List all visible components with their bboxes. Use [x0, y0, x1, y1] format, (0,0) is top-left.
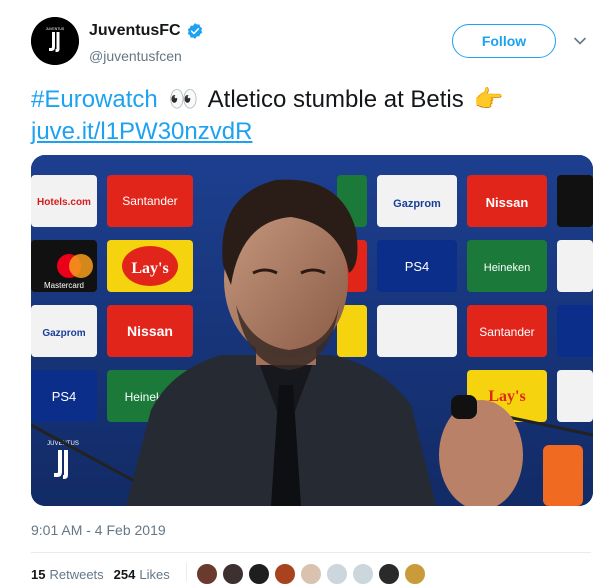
sponsor-label: Lay's [131, 260, 168, 277]
verified-badge-icon [187, 23, 202, 39]
liker-avatar[interactable] [326, 563, 348, 585]
tweet-text: #Eurowatch 👀 Atletico stumble at Betis 👉… [31, 84, 591, 148]
likes-count: 254 [113, 567, 136, 582]
hashtag-link[interactable]: #Eurowatch [31, 84, 158, 116]
tweet-header: JUVENTUS JuventusFC @juventusfcen Follow [0, 0, 606, 80]
tweet-headline: Atletico stumble at Betis [207, 86, 464, 113]
stats-separator [186, 563, 187, 581]
liker-avatar[interactable] [222, 563, 244, 585]
eyes-emoji-icon: 👀 [168, 86, 199, 113]
article-link[interactable]: juve.it/l1PW30nzvdR [31, 116, 591, 148]
liker-avatar[interactable] [196, 563, 218, 585]
sponsor-label: Lay's [488, 388, 525, 405]
likes-label: Likes [139, 567, 170, 582]
retweets-label: Retweets [49, 567, 104, 582]
sponsor-label: Mastercard [44, 281, 84, 290]
chevron-down-icon[interactable] [573, 34, 587, 48]
liker-avatar[interactable] [274, 563, 296, 585]
likes-stat[interactable]: 254 Likes [114, 567, 170, 582]
sponsor-label: Nissan [127, 323, 173, 339]
sponsor-label: Gazprom [42, 328, 85, 339]
press-conference-image: Hotels.com Santander Mastercard Lay's Ni… [31, 155, 593, 506]
retweets-count: 15 [31, 567, 46, 582]
sponsor-label: PS4 [52, 389, 77, 404]
tweet-timestamp[interactable]: 9:01 AM - 4 Feb 2019 [31, 522, 166, 538]
sponsor-label: Heineken [484, 262, 530, 274]
sponsor-label: Nissan [486, 195, 529, 210]
sponsor-label: PS4 [405, 259, 430, 274]
tweet-stats: 15 Retweets 254 Likes [31, 567, 180, 582]
juventus-logo-icon: JUVENTUS [31, 17, 79, 65]
liker-avatars [196, 563, 430, 585]
avatar-logo-text: JUVENTUS [46, 27, 65, 31]
pointing-hand-emoji-icon: 👉 [473, 86, 504, 113]
liker-avatar[interactable] [404, 563, 426, 585]
retweets-stat[interactable]: 15 Retweets [31, 567, 104, 582]
sponsor-label: Gazprom [393, 198, 441, 210]
tweet-text-line: #Eurowatch 👀 Atletico stumble at Betis 👉 [31, 84, 591, 116]
stats-divider [31, 552, 591, 553]
sponsor-label: Hotels.com [37, 197, 91, 208]
liker-avatar[interactable] [378, 563, 400, 585]
sponsor-label: Santander [122, 194, 177, 208]
liker-avatar[interactable] [352, 563, 374, 585]
follow-button[interactable]: Follow [452, 24, 556, 58]
liker-avatar[interactable] [248, 563, 270, 585]
tweet-photo[interactable]: Hotels.com Santander Mastercard Lay's Ni… [31, 155, 593, 506]
sponsor-label: Santander [479, 325, 534, 339]
avatar[interactable]: JUVENTUS [31, 17, 79, 65]
name-row: JuventusFC [89, 22, 204, 40]
liker-avatar[interactable] [300, 563, 322, 585]
display-name[interactable]: JuventusFC [89, 22, 181, 40]
account-handle[interactable]: @juventusfcen [89, 48, 182, 64]
